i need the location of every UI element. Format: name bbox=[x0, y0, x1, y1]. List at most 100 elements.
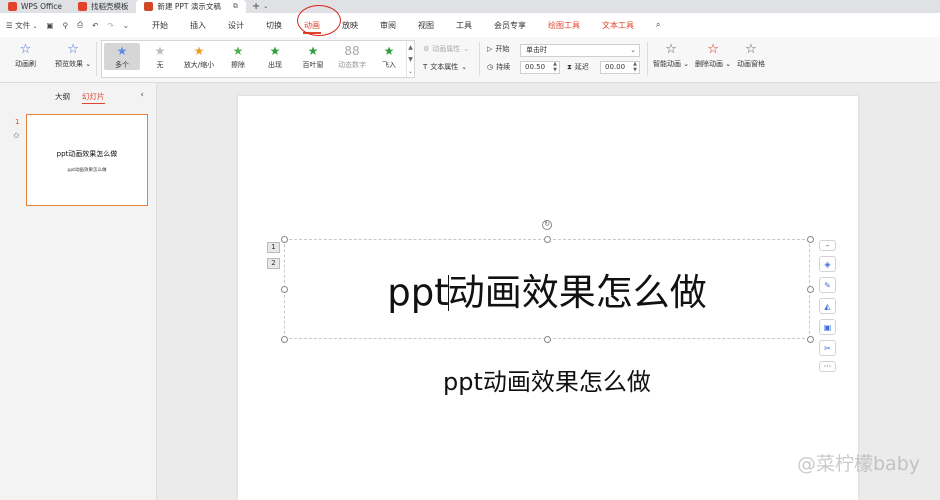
delete-animation-icon: ☆ bbox=[707, 42, 719, 57]
collapse-toolbar-icon[interactable]: – bbox=[819, 240, 836, 251]
delay-input[interactable]: 00.00 ▲ ▼ bbox=[600, 61, 640, 74]
frame-icon[interactable]: ▣ bbox=[819, 319, 836, 335]
divider bbox=[479, 42, 480, 76]
animation-pane-button[interactable]: ☆ 动画窗格 bbox=[737, 41, 765, 69]
pen-icon[interactable]: ✎ bbox=[819, 277, 836, 293]
animation-properties-icon: ⚙ bbox=[423, 45, 430, 53]
chevron-up-icon[interactable]: ▲ bbox=[408, 44, 413, 51]
tab-wps-office[interactable]: WPS Office bbox=[0, 0, 70, 13]
preview-effect-button[interactable]: ☆ 预览效果 ⌄ bbox=[55, 41, 91, 69]
clock-icon: ◷ bbox=[487, 63, 494, 71]
smart-animation-icon: ☆ bbox=[665, 42, 677, 57]
slide-number: 1 bbox=[15, 118, 20, 126]
gallery-item-blinds[interactable]: ★ 百叶窗 bbox=[295, 43, 331, 70]
format-painter-icon[interactable]: ⚲ bbox=[63, 21, 69, 30]
undo-icon[interactable]: ↶ bbox=[92, 21, 98, 30]
menu-drawing-tools[interactable]: 绘图工具 bbox=[537, 13, 591, 37]
star-icon: ★ bbox=[193, 44, 205, 58]
collapse-pane-icon[interactable]: ‹ bbox=[140, 90, 144, 100]
delay-label: ⧗ 延迟 bbox=[567, 62, 589, 72]
slide-subtitle[interactable]: ppt动画效果怎么做 bbox=[284, 362, 810, 397]
animation-order-tag[interactable]: 1 bbox=[267, 242, 280, 253]
resize-handle[interactable] bbox=[807, 336, 814, 343]
text-properties-button[interactable]: T 文本属性 ⌄ bbox=[423, 62, 467, 72]
start-label: ▷ 开始 bbox=[487, 45, 510, 53]
preview-icon: ☆ bbox=[67, 42, 79, 57]
gallery-item-wipe[interactable]: ★ 擦除 bbox=[220, 43, 256, 70]
resize-handle[interactable] bbox=[544, 336, 551, 343]
tools-icon[interactable]: ✂ bbox=[819, 340, 836, 356]
animation-ribbon: ☆ 动画刷 ☆ 预览效果 ⌄ ★ 多个 ★ 无 ★ 放大/缩小 ★ 擦除 ★ 出… bbox=[0, 37, 940, 83]
spinner-icon[interactable]: ▲ ▼ bbox=[553, 61, 557, 73]
menu-text-tools[interactable]: 文本工具 bbox=[591, 13, 645, 37]
gallery-item-zoom[interactable]: ★ 放大/缩小 bbox=[179, 43, 219, 70]
slide-thumbnail[interactable]: ppt动画效果怎么做 ppt动画效果怎么做 bbox=[26, 114, 148, 206]
star-icon: ★ bbox=[232, 44, 244, 58]
floating-toolbar: – ◈ ✎ ◭ ▣ ✂ ··· bbox=[819, 240, 837, 372]
animation-brush-button[interactable]: ☆ 动画刷 bbox=[15, 41, 36, 69]
gallery-item-dynamic-number[interactable]: 88 动态数字 bbox=[333, 43, 371, 70]
spinner-icon[interactable]: ▲ ▼ bbox=[633, 61, 637, 73]
animation-properties-button[interactable]: ⚙ 动画属性 ⌄ bbox=[423, 44, 469, 54]
resize-handle[interactable] bbox=[281, 236, 288, 243]
tab-options-icon[interactable]: ⧉ bbox=[233, 2, 238, 11]
hourglass-icon: ⧗ bbox=[567, 62, 572, 71]
menu-slideshow[interactable]: 放映 bbox=[331, 13, 369, 37]
new-tab-button[interactable]: + ⌄ bbox=[246, 0, 274, 13]
wps-logo-icon bbox=[8, 2, 17, 11]
duration-label: ◷ 持续 bbox=[487, 63, 511, 71]
menu-animation[interactable]: 动画 bbox=[293, 13, 331, 37]
menu-bar: ☰ 文件 ⌄ ▣ ⚲ ⎙ ↶ ↷ ⌄ 开始 插入 设计 切换 动画 放映 审阅 … bbox=[0, 13, 940, 37]
menu-insert[interactable]: 插入 bbox=[179, 13, 217, 37]
menu-transition[interactable]: 切换 bbox=[255, 13, 293, 37]
file-menu[interactable]: ☰ 文件 ⌄ bbox=[6, 20, 38, 31]
tab-document[interactable]: 新建 PPT 演示文稿 ⧉ bbox=[136, 0, 246, 13]
star-icon: ★ bbox=[307, 44, 319, 58]
tab-slides[interactable]: 幻灯片 bbox=[82, 91, 105, 104]
animation-order-tag[interactable]: 2 bbox=[267, 258, 280, 269]
menu-review[interactable]: 审阅 bbox=[369, 13, 407, 37]
slide-title[interactable]: ppt动画效果怎么做 bbox=[284, 262, 810, 316]
gallery-item-appear[interactable]: ★ 出现 bbox=[257, 43, 293, 70]
layers-icon[interactable]: ◈ bbox=[819, 256, 836, 272]
more-icon[interactable]: ⌄ bbox=[123, 21, 129, 30]
menu-view[interactable]: 视图 bbox=[407, 13, 445, 37]
save-icon[interactable]: ▣ bbox=[47, 21, 54, 30]
chevron-down-icon: ⌄ bbox=[630, 46, 636, 54]
gallery-scroll[interactable]: ▲ ▼ ⌄ bbox=[406, 41, 414, 77]
animation-gallery: ★ 多个 ★ 无 ★ 放大/缩小 ★ 擦除 ★ 出现 ★ 百叶窗 88 动态数字… bbox=[101, 40, 415, 78]
slides-pane: 大纲 幻灯片 ‹ 1 ✩ ppt动画效果怎么做 ppt动画效果怎么做 bbox=[0, 83, 157, 500]
tab-outline[interactable]: 大纲 bbox=[55, 91, 70, 104]
animation-pane-icon: ☆ bbox=[745, 42, 757, 57]
resize-handle[interactable] bbox=[281, 336, 288, 343]
redo-icon[interactable]: ↷ bbox=[107, 21, 113, 30]
fill-icon[interactable]: ◭ bbox=[819, 298, 836, 314]
animation-star-icon[interactable]: ✩ bbox=[13, 131, 20, 140]
divider bbox=[647, 42, 648, 76]
gallery-item-none[interactable]: ★ 无 bbox=[142, 43, 178, 70]
search-icon[interactable]: ⌕ bbox=[645, 13, 671, 37]
menu-start[interactable]: 开始 bbox=[141, 13, 179, 37]
pane-tabs: 大纲 幻灯片 bbox=[55, 91, 105, 104]
tab-label: WPS Office bbox=[21, 2, 62, 11]
tab-template[interactable]: 找稻壳模板 bbox=[70, 0, 137, 13]
chevron-down-icon[interactable]: ▼ bbox=[408, 56, 413, 63]
delete-animation-button[interactable]: ☆ 删除动画 ⌄ bbox=[695, 41, 731, 69]
star-icon: ★ bbox=[269, 44, 281, 58]
resize-handle[interactable] bbox=[807, 236, 814, 243]
expand-icon[interactable]: ⌄ bbox=[408, 68, 413, 75]
menu-member[interactable]: 会员专享 bbox=[483, 13, 537, 37]
tab-label: 找稻壳模板 bbox=[90, 2, 129, 11]
more-options-icon[interactable]: ··· bbox=[819, 361, 836, 372]
title-bar: WPS Office 找稻壳模板 新建 PPT 演示文稿 ⧉ + ⌄ bbox=[0, 0, 940, 13]
print-icon[interactable]: ⎙ bbox=[77, 20, 83, 30]
resize-handle[interactable] bbox=[544, 236, 551, 243]
gallery-item-fly-in[interactable]: ★ 飞入 bbox=[372, 43, 406, 70]
duration-input[interactable]: 00.50 ▲ ▼ bbox=[520, 61, 560, 74]
gallery-item-multiple[interactable]: ★ 多个 bbox=[104, 43, 140, 70]
smart-animation-button[interactable]: ☆ 智能动画 ⌄ bbox=[653, 41, 689, 69]
rotate-handle-icon[interactable]: ↻ bbox=[542, 220, 552, 230]
start-select[interactable]: 单击时 ⌄ bbox=[520, 44, 640, 57]
menu-design[interactable]: 设计 bbox=[217, 13, 255, 37]
menu-tools[interactable]: 工具 bbox=[445, 13, 483, 37]
